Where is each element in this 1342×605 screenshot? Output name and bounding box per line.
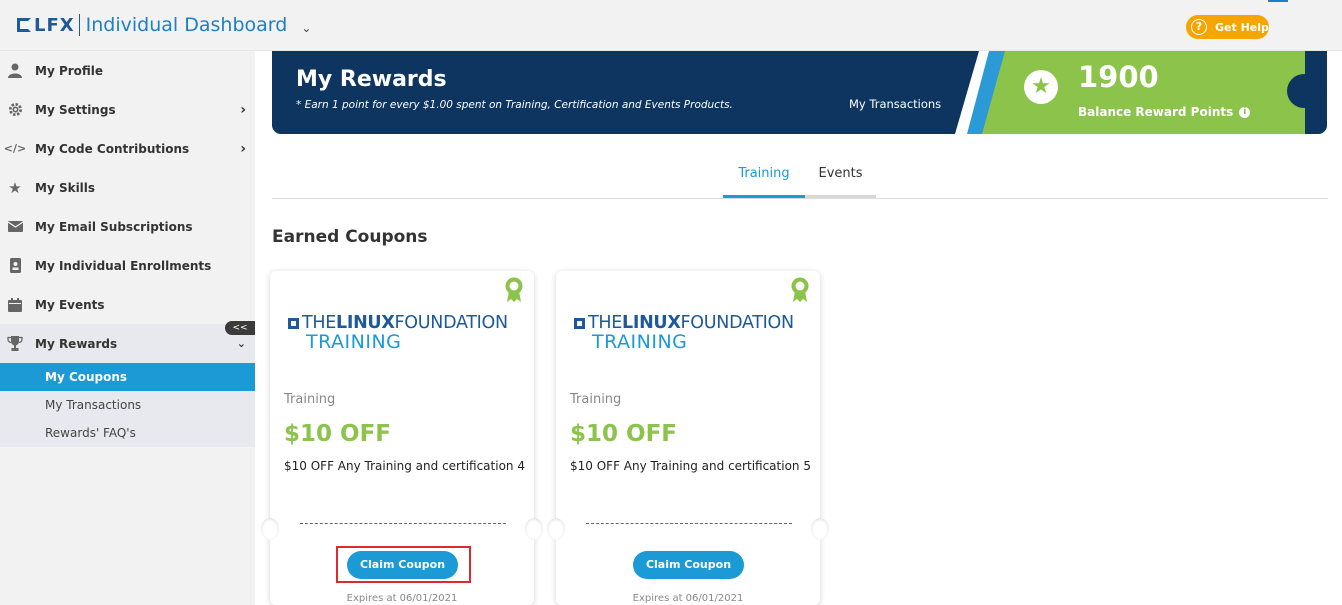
sidebar: My Profile My Settings › </> My Code Con…	[0, 51, 255, 605]
sidebar-item-label: My Code Contributions	[35, 141, 190, 156]
my-transactions-link[interactable]: My Transactions	[849, 97, 941, 111]
coupon-category: Training	[570, 392, 622, 407]
coupon-card: THE LINUX FOUNDATION TRAINING Training $10…	[261, 271, 543, 605]
tab-events[interactable]: Events	[805, 166, 876, 181]
page-title: My Rewards	[296, 67, 447, 92]
coupon-amount: $10 OFF	[284, 421, 391, 447]
sidebar-subitem-rewards-faqs[interactable]: Rewards' FAQ's	[0, 419, 255, 447]
sidebar-item-my-skills[interactable]: ★ My Skills	[0, 168, 255, 207]
reward-points-label-text: Balance Reward Points	[1078, 105, 1234, 119]
logo-text-linux: LINUX	[622, 313, 681, 333]
logo-text-foundation: FOUNDATION	[680, 313, 795, 333]
brand-divider	[78, 14, 80, 36]
chevron-down-icon: ⌄	[236, 337, 246, 350]
sidebar-subitem-my-transactions[interactable]: My Transactions	[0, 391, 255, 419]
claim-coupon-button[interactable]: Claim Coupon	[633, 551, 744, 579]
lfx-logo-icon	[17, 18, 31, 32]
sidebar-item-label: My Settings	[35, 102, 116, 117]
rewards-subnav: My Coupons My Transactions Rewards' FAQ'…	[0, 363, 255, 447]
coupon-expiry: Expires at 06/01/2021	[346, 593, 458, 604]
sidebar-item-my-events[interactable]: My Events	[0, 285, 255, 324]
award-ribbon-icon	[505, 277, 523, 302]
calendar-icon	[6, 296, 24, 314]
coupon-category: Training	[284, 392, 336, 407]
coupon-description: $10 OFF Any Training and certification 5	[570, 459, 811, 473]
chevron-down-icon[interactable]: ⌄	[301, 21, 311, 35]
sidebar-item-label: My Rewards	[35, 336, 118, 351]
sidebar-item-label: My Email Subscriptions	[35, 219, 193, 234]
sidebar-item-label: My Individual Enrollments	[35, 258, 212, 273]
sidebar-item-my-individual-enrollments[interactable]: My Individual Enrollments	[0, 246, 255, 285]
lf-logo-mark	[288, 317, 299, 329]
coupon-description: $10 OFF Any Training and certification 4	[284, 459, 525, 473]
star-icon: ★	[1024, 70, 1058, 104]
user-icon	[6, 62, 24, 80]
sidebar-item-my-profile[interactable]: My Profile	[0, 51, 255, 90]
id-badge-icon	[6, 257, 24, 275]
sidebar-item-my-settings[interactable]: My Settings ›	[0, 90, 255, 129]
ticket-notch	[811, 518, 829, 540]
logo-text-the: THE	[302, 313, 337, 333]
help-icon: ?	[1191, 19, 1207, 35]
trophy-icon	[6, 335, 24, 353]
reward-points-label: Balance Reward Points i	[1078, 105, 1251, 119]
sidebar-item-my-rewards[interactable]: My Rewards ⌄	[0, 324, 255, 363]
sidebar-item-label: My Events	[35, 297, 105, 312]
reward-points-value: 1900	[1078, 60, 1159, 94]
rewards-banner: My Rewards * Earn 1 point for every $1.0…	[272, 51, 1327, 134]
logo-text-training: TRAINING	[592, 331, 688, 353]
collapse-sidebar-button[interactable]: <<	[225, 321, 255, 335]
star-icon: ★	[8, 178, 22, 197]
award-ribbon-icon	[791, 277, 809, 302]
code-icon: </>	[3, 142, 27, 155]
brand[interactable]: LFX Individual Dashboard ⌄	[17, 14, 311, 36]
sidebar-subitem-my-coupons[interactable]: My Coupons	[0, 363, 255, 391]
logo-text-training: TRAINING	[306, 331, 402, 353]
coupon-divider	[300, 523, 506, 524]
app-title: Individual Dashboard	[85, 14, 288, 36]
get-help-label: Get Help	[1215, 20, 1269, 34]
tabs-divider	[272, 198, 1328, 199]
get-help-button[interactable]: ? Get Help	[1186, 15, 1269, 39]
lfx-logo-text: LFX	[34, 14, 75, 36]
gear-icon	[6, 101, 24, 119]
tab-training[interactable]: Training	[723, 166, 805, 181]
section-title: Earned Coupons	[272, 227, 428, 247]
ticket-notch	[547, 518, 565, 540]
top-bar: LFX Individual Dashboard ⌄ ? Get Help	[0, 0, 1342, 51]
coupon-expiry: Expires at 06/01/2021	[632, 593, 744, 604]
banner-subtitle: * Earn 1 point for every $1.00 spent on …	[296, 99, 733, 111]
linux-foundation-training-logo: THE LINUX FOUNDATION TRAINING	[288, 313, 520, 353]
claim-coupon-button[interactable]: Claim Coupon	[347, 551, 458, 579]
lf-logo-mark	[574, 317, 585, 329]
envelope-icon	[6, 218, 24, 236]
sidebar-item-my-email-subscriptions[interactable]: My Email Subscriptions	[0, 207, 255, 246]
linux-foundation-training-logo: THE LINUX FOUNDATION TRAINING	[574, 313, 806, 353]
chevron-right-icon: ›	[240, 101, 246, 118]
info-icon[interactable]: i	[1239, 107, 1251, 118]
coupon-amount: $10 OFF	[570, 421, 677, 447]
sidebar-item-my-code-contributions[interactable]: </> My Code Contributions ›	[0, 129, 255, 168]
sidebar-item-label: My Profile	[35, 63, 104, 78]
sidebar-item-label: My Skills	[35, 180, 96, 195]
logo-text-linux: LINUX	[336, 313, 395, 333]
chevron-right-icon: ›	[240, 140, 246, 157]
coupon-divider	[586, 523, 792, 524]
ticket-notch	[525, 518, 543, 540]
coupon-card: THE LINUX FOUNDATION TRAINING Training $10…	[547, 271, 829, 605]
top-accent	[1268, 0, 1288, 2]
logo-text-foundation: FOUNDATION	[394, 313, 509, 333]
ticket-notch	[261, 518, 279, 540]
logo-text-the: THE	[588, 313, 623, 333]
